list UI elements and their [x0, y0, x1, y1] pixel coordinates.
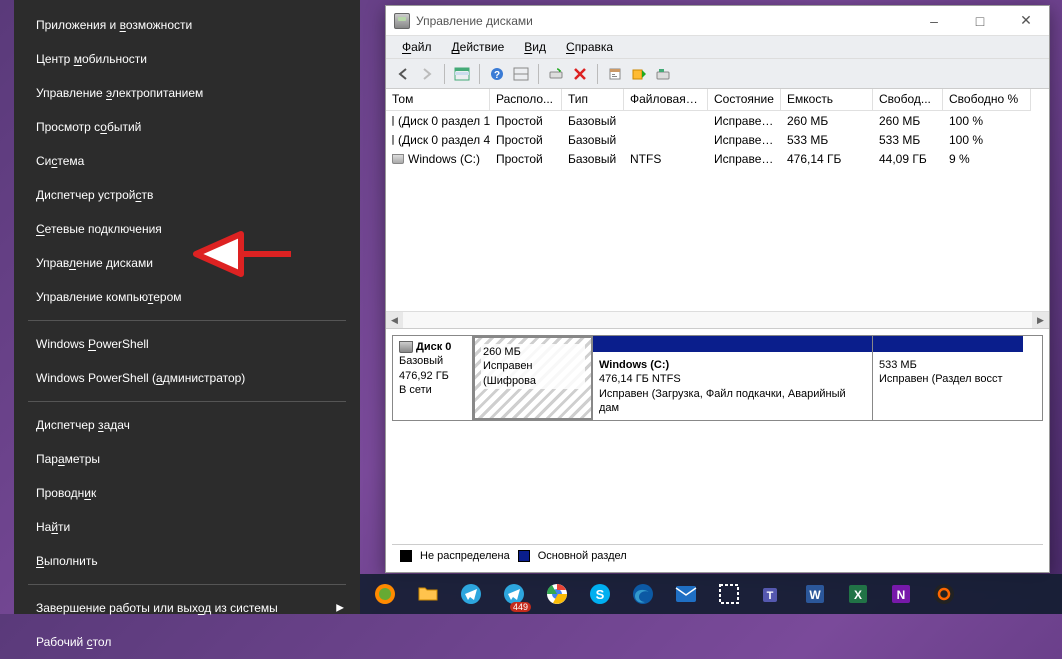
taskbar-chrome-icon[interactable] — [536, 574, 578, 614]
window-titlebar[interactable]: Управление дисками – □ ✕ — [386, 6, 1049, 36]
menu-item[interactable]: Просмотр событий — [14, 110, 360, 144]
menu-item[interactable]: Управление компьютером — [14, 280, 360, 314]
disk-mgmt-icon — [394, 13, 410, 29]
window-title: Управление дисками — [416, 14, 533, 28]
column-header[interactable]: Файловая с... — [624, 89, 708, 111]
disk-row[interactable]: Диск 0 Базовый 476,92 ГБ В сети 260 МБИс… — [392, 335, 1043, 421]
scroll-left-button[interactable]: ◀ — [386, 312, 403, 329]
legend-swatch — [400, 550, 412, 562]
maximize-button[interactable]: □ — [957, 6, 1003, 36]
column-header[interactable]: Свободно % — [943, 89, 1031, 111]
column-header[interactable]: Состояние — [708, 89, 781, 111]
menu-item[interactable]: Выполнить — [14, 544, 360, 578]
menu-item[interactable]: Проводник — [14, 476, 360, 510]
volume-row[interactable]: (Диск 0 раздел 1)ПростойБазовыйИсправен.… — [386, 111, 1049, 130]
svg-text:T: T — [767, 590, 774, 602]
volume-list-header[interactable]: ТомРасполо...ТипФайловая с...СостояниеЕм… — [386, 89, 1049, 111]
taskbar[interactable]: 449 S T W X N — [360, 574, 1062, 614]
legend-swatch — [518, 550, 530, 562]
volume-icon — [392, 154, 404, 164]
menu-item[interactable]: Диспетчер задач — [14, 408, 360, 442]
taskbar-telegram-icon[interactable] — [450, 574, 492, 614]
taskbar-excel-icon[interactable]: X — [837, 574, 879, 614]
column-header[interactable]: Располо... — [490, 89, 562, 111]
legend: Не распределенаОсновной раздел — [392, 544, 1043, 566]
taskbar-onenote-icon[interactable]: N — [880, 574, 922, 614]
taskbar-snip-icon[interactable] — [708, 574, 750, 614]
taskbar-snagit-icon[interactable] — [923, 574, 965, 614]
close-button[interactable]: ✕ — [1003, 6, 1049, 36]
column-header[interactable]: Том — [386, 89, 490, 111]
volume-list[interactable]: ТомРасполо...ТипФайловая с...СостояниеЕм… — [386, 89, 1049, 329]
menu-item[interactable]: Приложения и возможности — [14, 8, 360, 42]
menu[interactable]: Справка — [556, 37, 623, 57]
submenu-arrow-icon: ▶ — [336, 603, 344, 614]
menu-item[interactable]: Управление электропитанием — [14, 76, 360, 110]
scroll-right-button[interactable]: ▶ — [1032, 312, 1049, 329]
winx-context-menu: Приложения и возможностиЦентр мобильност… — [14, 0, 360, 614]
taskbar-telegram2-icon[interactable]: 449 — [493, 574, 535, 614]
taskbar-outlook-icon[interactable] — [665, 574, 707, 614]
menu-item[interactable]: Найти — [14, 510, 360, 544]
back-button[interactable] — [392, 63, 414, 85]
disk-management-window: Управление дисками – □ ✕ ФайлДействиеВид… — [385, 5, 1050, 573]
action1-button[interactable] — [628, 63, 650, 85]
volume-icon — [392, 116, 394, 126]
menu-bar: ФайлДействиеВидСправка — [386, 36, 1049, 59]
svg-text:?: ? — [494, 70, 500, 81]
menu-item[interactable]: Система — [14, 144, 360, 178]
taskbar-teams-icon[interactable]: T — [751, 574, 793, 614]
help-button[interactable]: ? — [486, 63, 508, 85]
menu-item[interactable]: Центр мобильности — [14, 42, 360, 76]
partition[interactable]: 533 МБИсправен (Раздел восст — [873, 336, 1023, 420]
menu[interactable]: Вид — [514, 37, 556, 57]
menu-item[interactable]: Windows PowerShell (администратор) — [14, 361, 360, 395]
menu-item[interactable]: Завершение работы или выход из системы▶ — [14, 591, 360, 625]
disk-info[interactable]: Диск 0 Базовый 476,92 ГБ В сети — [393, 336, 473, 420]
show-hide-tree-button[interactable] — [451, 63, 473, 85]
minimize-button[interactable]: – — [911, 6, 957, 36]
taskbar-skype-icon[interactable]: S — [579, 574, 621, 614]
toolbar: ? — [386, 59, 1049, 89]
column-header[interactable]: Тип — [562, 89, 624, 111]
taskbar-firefox-icon[interactable] — [364, 574, 406, 614]
delete-button[interactable] — [569, 63, 591, 85]
separator — [28, 320, 346, 321]
separator — [28, 401, 346, 402]
taskbar-word-icon[interactable]: W — [794, 574, 836, 614]
column-header[interactable]: Емкость — [781, 89, 873, 111]
svg-text:W: W — [809, 588, 821, 602]
properties-button[interactable] — [604, 63, 626, 85]
menu[interactable]: Действие — [442, 37, 515, 57]
taskbar-explorer-icon[interactable] — [407, 574, 449, 614]
svg-text:S: S — [596, 587, 605, 602]
volume-row[interactable]: (Диск 0 раздел 4)ПростойБазовыйИсправен.… — [386, 130, 1049, 149]
action2-button[interactable] — [652, 63, 674, 85]
disk-graphical-view: Диск 0 Базовый 476,92 ГБ В сети 260 МБИс… — [386, 329, 1049, 572]
forward-button[interactable] — [416, 63, 438, 85]
refresh-button[interactable] — [545, 63, 567, 85]
menu-item[interactable]: Диспетчер устройств — [14, 178, 360, 212]
partition[interactable]: 260 МБИсправен (Шифрова — [473, 336, 593, 420]
partition[interactable]: Windows (C:)476,14 ГБ NTFSИсправен (Загр… — [593, 336, 873, 420]
menu-item[interactable]: Управление дисками — [14, 246, 360, 280]
menu-item[interactable]: Windows PowerShell — [14, 327, 360, 361]
menu-item[interactable]: Параметры — [14, 442, 360, 476]
settings-view-button[interactable] — [510, 63, 532, 85]
menu-item[interactable]: Сетевые подключения — [14, 212, 360, 246]
separator — [28, 584, 346, 585]
horizontal-scrollbar[interactable]: ◀ ▶ — [386, 311, 1049, 328]
svg-text:N: N — [897, 588, 906, 602]
volume-row[interactable]: Windows (C:)ПростойБазовыйNTFSИсправен..… — [386, 149, 1049, 168]
taskbar-edge-icon[interactable] — [622, 574, 664, 614]
menu[interactable]: Файл — [392, 37, 442, 57]
volume-icon — [392, 135, 394, 145]
disk-icon — [399, 341, 413, 353]
svg-text:X: X — [854, 588, 862, 602]
column-header[interactable]: Свобод... — [873, 89, 943, 111]
menu-item[interactable]: Рабочий стол — [14, 625, 360, 659]
